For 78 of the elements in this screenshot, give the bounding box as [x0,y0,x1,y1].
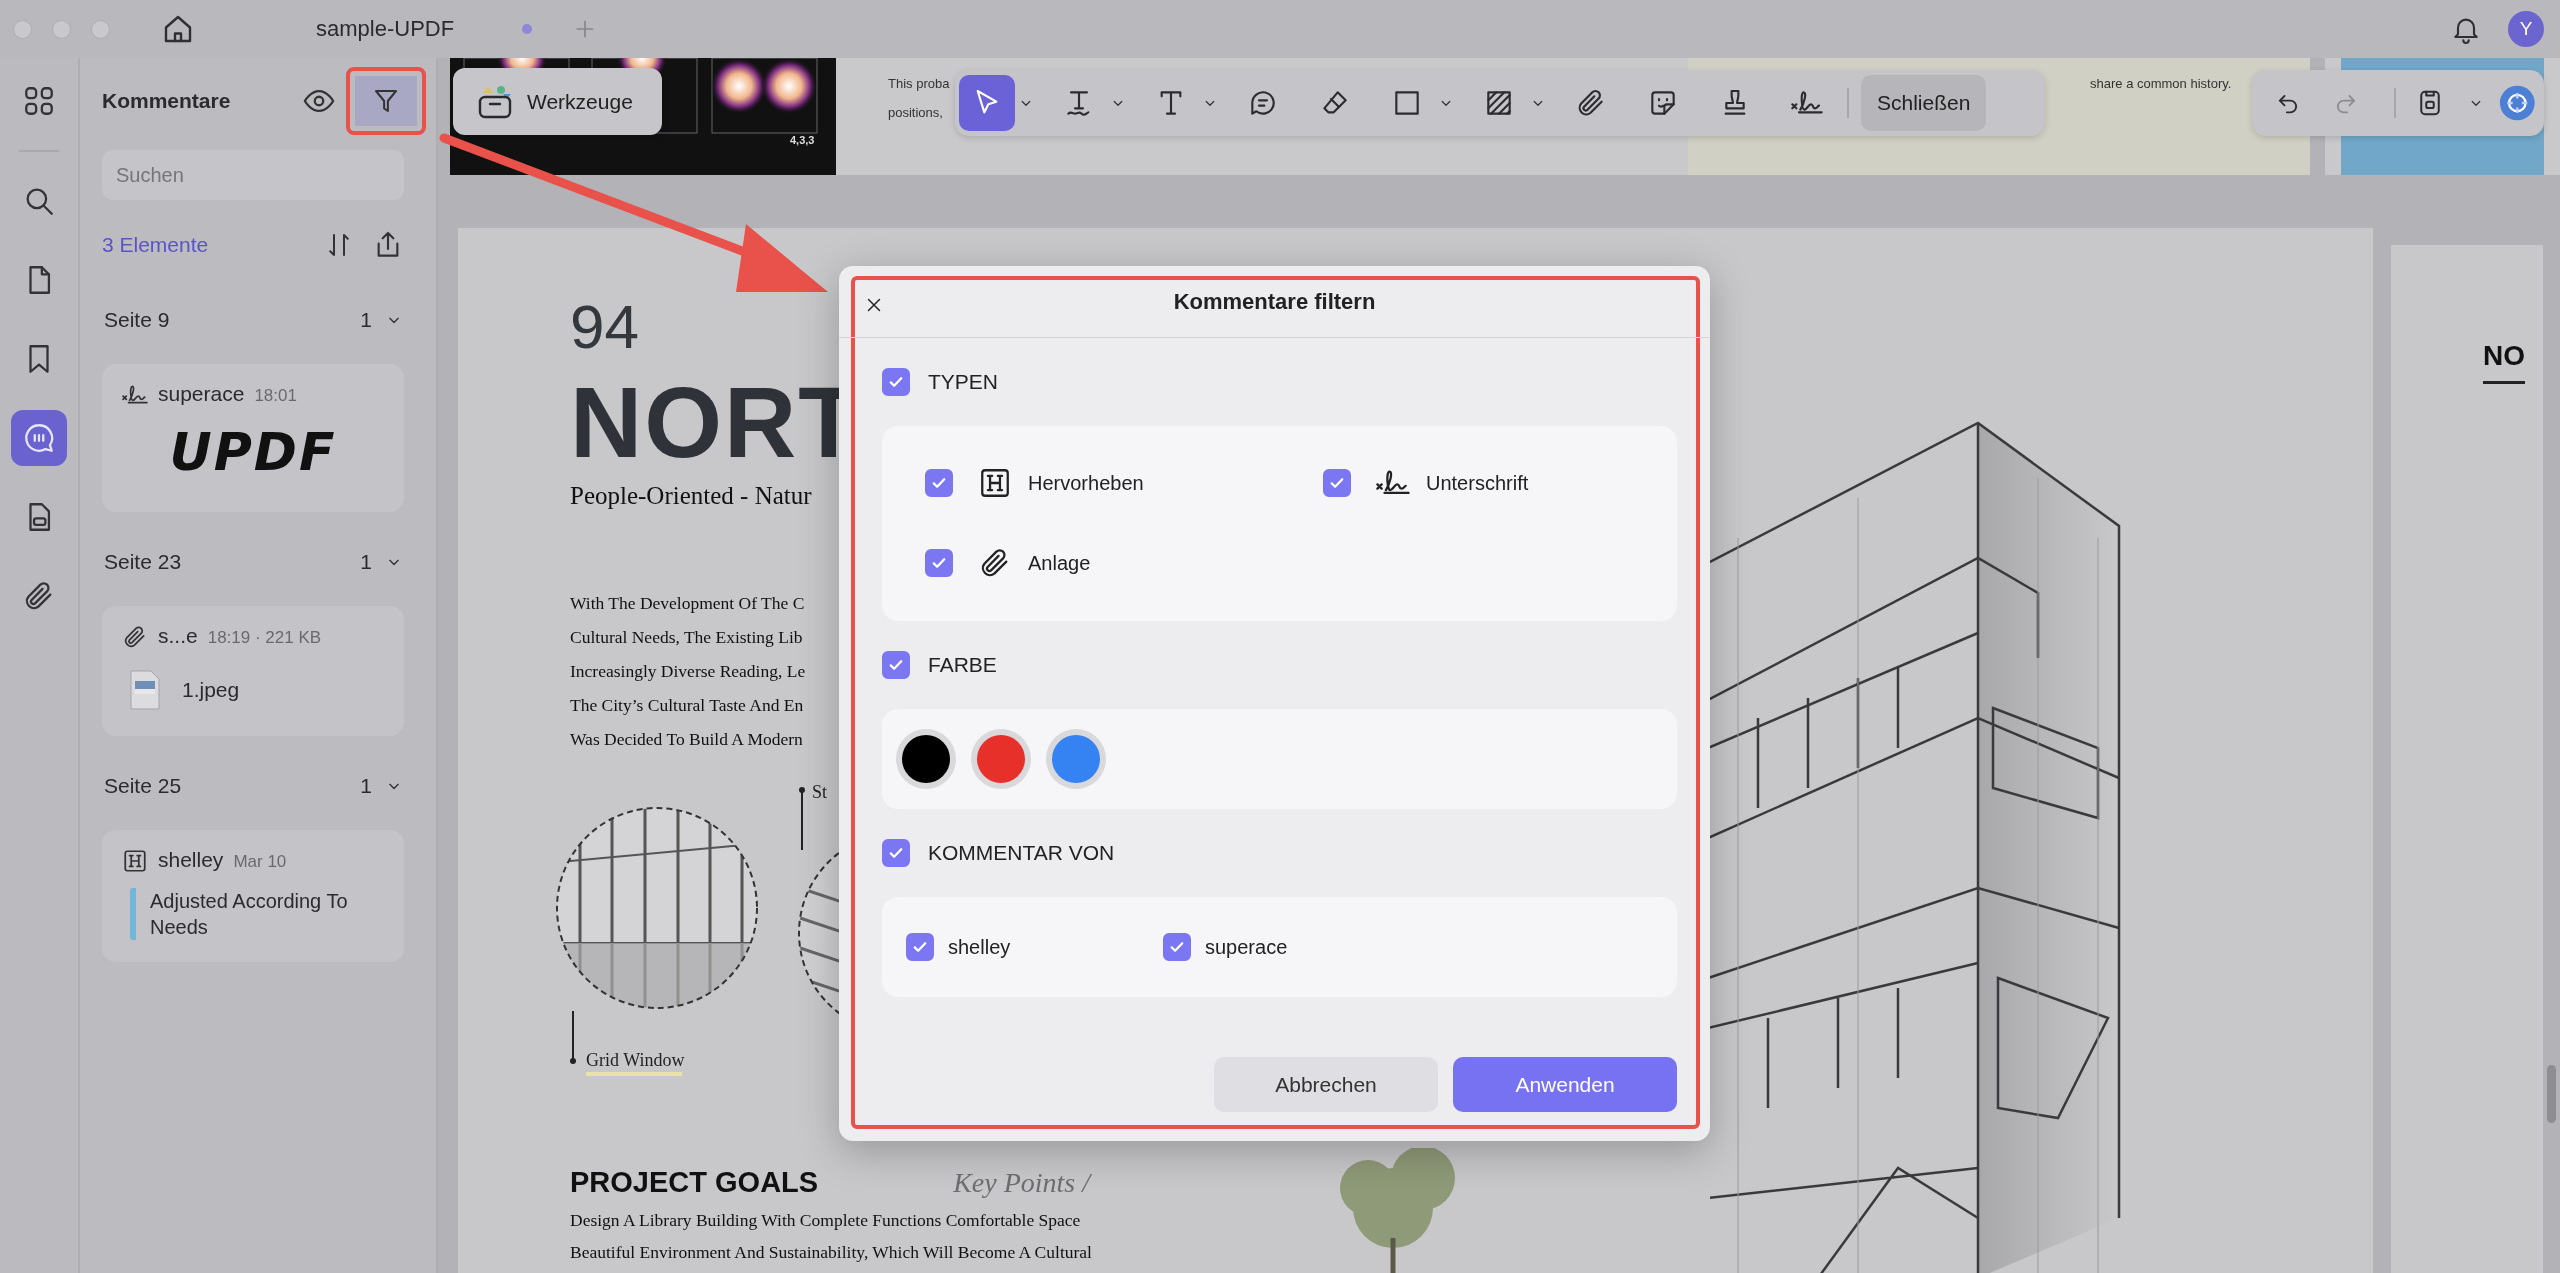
comment-meta: 18:01 [254,386,297,406]
section-heading: PROJECT GOALS [570,1166,819,1199]
section-label: TYPEN [928,370,998,394]
option-label: shelley [948,935,1011,959]
sidebar-tab[interactable] [11,410,67,466]
option-label: Hervorheben [1028,471,1144,495]
page-heading: NO [2483,340,2525,384]
signature-text: UPDF [168,422,338,482]
checkbox[interactable] [906,933,934,961]
comment-card[interactable]: superace 18:01 UPDF [102,364,404,512]
body-text: Increasingly Diverse Reading, Le [570,660,806,682]
chat-bubble-icon [22,421,56,455]
figure-label: 4,3,3 [790,134,815,146]
body-text: Beautiful Environment And Sustainability, Which Will Become A Cultural [570,1241,1092,1263]
checkbox[interactable] [882,651,910,679]
checkbox[interactable] [1163,933,1191,961]
checkbox[interactable] [925,549,953,577]
close-button[interactable]: Schließen [1861,75,1987,131]
comment-meta: 18:19 · 221 KB [207,628,322,648]
body-text: share a common history. [2090,76,2232,91]
checkbox[interactable] [1323,469,1351,497]
glow-spot [761,58,817,114]
assistant-logo-icon[interactable] [2499,83,2536,123]
dialog-button[interactable]: Abbrechen [1214,1057,1438,1112]
section-subheading: Key Points / [953,1167,1091,1199]
document-tab[interactable]: sample-UPDF [316,16,455,42]
page-title: NORT [570,372,862,472]
comment-count: 1 [360,774,372,798]
image-file-icon [130,670,160,710]
scrollbar-thumb[interactable] [2547,1065,2556,1123]
page-heading: Seite 23 [104,550,183,574]
comment-author: shelley [158,848,224,872]
page-heading: Seite 9 [104,308,171,332]
panel-title: Kommentare [102,89,232,113]
comment-card[interactable]: shelley Mar 10 Adjusted According To Needs [102,830,404,962]
body-text: positions, [888,105,944,120]
body-text: This proba [888,76,951,91]
comment-count: 1 [360,550,372,574]
toolbox-icon [477,84,513,119]
grid-icon [22,84,56,118]
option-label: Anlage [1028,551,1091,575]
tool-button[interactable] [959,75,1015,131]
page-subtitle: People-Oriented - Natur [570,482,812,510]
body-text: Cultural Needs, The Existing Lib [570,626,804,648]
body-text: The City’s Cultural Taste And En [570,694,805,716]
glow-spot [711,58,767,114]
body-text: With The Development Of The C [570,592,806,614]
filter-button[interactable] [346,67,426,135]
section-label: FARBE [928,653,997,677]
letter-h-icon [978,466,1012,500]
callout-label: St [812,782,827,802]
file-name: 1.jpeg [182,678,240,702]
body-text: Design A Library Building With Complete Functions Comfortable Space [570,1209,1081,1231]
checkbox[interactable] [882,368,910,396]
comment-author: s...e [158,624,198,648]
body-text: Was Decided To Build A Modern [570,728,804,750]
page-number: 94 [570,296,639,358]
leader-line [570,1010,576,1064]
checkbox[interactable] [882,839,910,867]
dialog-button[interactable]: Anwenden [1453,1057,1677,1112]
tools-button[interactable]: Werkzeuge [453,68,662,135]
section-label: KOMMENTAR VON [928,841,1115,865]
leader-line [799,787,805,851]
option-label: Unterschrift [1426,471,1529,495]
search-field[interactable]: Suchen [102,150,404,200]
dialog-title: Kommentare filtern [1173,288,1376,315]
callout-label: Grid Window [586,1050,685,1070]
comment-author: superace [158,382,245,406]
option-label: superace [1205,935,1288,959]
checkbox[interactable] [925,469,953,497]
comment-count: 1 [360,308,372,332]
comment-card[interactable]: s...e 18:19 · 221 KB 1.jpeg [102,606,404,736]
comment-meta: Mar 10 [233,852,287,872]
avatar[interactable]: Y [2508,11,2544,47]
comment-count: 3 Elemente [102,233,210,257]
page-heading: Seite 25 [104,774,183,798]
letter-h-icon [122,848,148,874]
comment-note: Adjusted According To Needs [130,888,384,940]
